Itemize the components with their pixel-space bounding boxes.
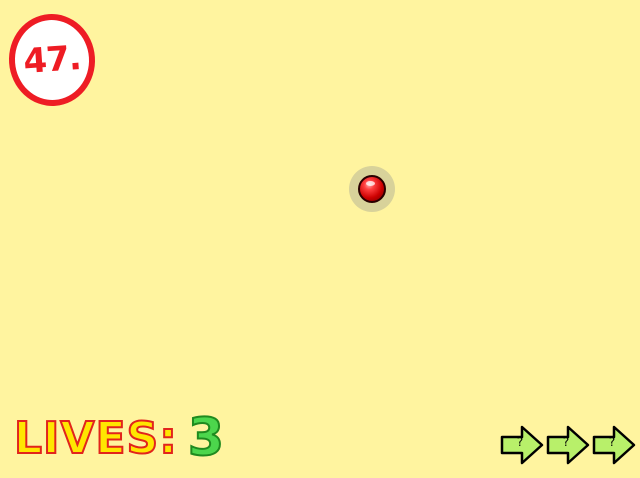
level-number: 47.: [22, 38, 82, 82]
lives-count: 3: [187, 407, 225, 469]
skip-button[interactable]: ?: [546, 424, 590, 466]
lives-label: LIVES:: [13, 412, 178, 465]
skip-label: ?: [516, 435, 524, 449]
skip-arrows: ? ? ?: [500, 424, 636, 466]
skip-button[interactable]: ?: [500, 424, 544, 466]
lives-display: LIVES: 3: [13, 407, 225, 469]
skip-label: ?: [608, 435, 616, 449]
skip-button[interactable]: ?: [592, 424, 636, 466]
skip-label: ?: [562, 435, 570, 449]
red-button[interactable]: [349, 166, 395, 212]
red-button-icon: [358, 175, 386, 203]
level-badge: 47.: [5, 11, 99, 109]
